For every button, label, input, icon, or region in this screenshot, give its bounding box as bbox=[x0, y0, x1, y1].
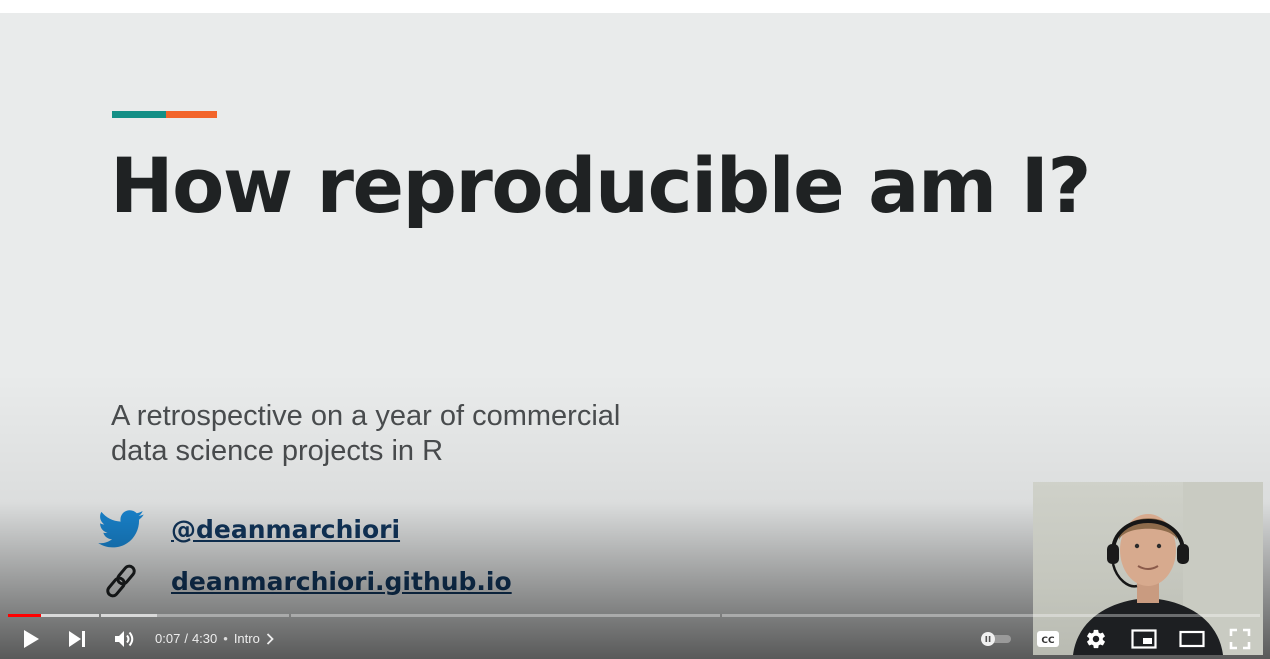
accent-orange bbox=[166, 111, 217, 118]
slide-subtitle: A retrospective on a year of commercial … bbox=[111, 400, 621, 467]
theater-mode-button[interactable] bbox=[1174, 621, 1210, 657]
play-icon bbox=[24, 630, 39, 648]
play-button[interactable] bbox=[13, 621, 49, 657]
chapter-button[interactable]: Intro bbox=[234, 631, 274, 646]
twitter-icon bbox=[96, 507, 146, 551]
current-time: 0:07 bbox=[155, 631, 181, 646]
twitter-link[interactable]: @deanmarchiori bbox=[171, 515, 400, 544]
slide-title: How reproducible am I? bbox=[110, 141, 1091, 230]
video-player[interactable]: How reproducible am I? A retrospective o… bbox=[0, 13, 1270, 659]
gear-icon bbox=[1087, 629, 1105, 649]
website-contact: deanmarchiori.github.io bbox=[96, 559, 512, 603]
time-separator: / bbox=[184, 631, 188, 646]
player-controls: 0:07 / 4:30 • Intro CC bbox=[0, 619, 1270, 659]
next-button[interactable] bbox=[59, 621, 95, 657]
miniplayer-button[interactable] bbox=[1126, 621, 1162, 657]
settings-button[interactable] bbox=[1078, 621, 1114, 657]
link-icon bbox=[96, 559, 146, 603]
autoplay-toggle-icon bbox=[981, 632, 1011, 646]
time-display: 0:07 / 4:30 • Intro bbox=[155, 631, 274, 646]
mute-button[interactable] bbox=[107, 621, 143, 657]
title-accent-bar bbox=[112, 111, 217, 118]
next-icon bbox=[69, 631, 85, 647]
fullscreen-button[interactable] bbox=[1222, 621, 1258, 657]
chapter-segment[interactable] bbox=[101, 614, 289, 617]
website-link[interactable]: deanmarchiori.github.io bbox=[171, 567, 512, 596]
fullscreen-icon bbox=[1229, 628, 1251, 650]
autoplay-toggle[interactable] bbox=[978, 621, 1014, 657]
captions-button[interactable]: CC bbox=[1030, 621, 1066, 657]
played-fill bbox=[8, 614, 41, 617]
chapter-segment[interactable] bbox=[722, 614, 1260, 617]
chapter-segment[interactable] bbox=[8, 614, 99, 617]
chapter-dot: • bbox=[223, 631, 228, 646]
miniplayer-icon bbox=[1131, 629, 1157, 649]
duration: 4:30 bbox=[191, 631, 218, 646]
chevron-right-icon bbox=[266, 632, 274, 645]
chapter-title: Intro bbox=[233, 631, 260, 646]
chapter-segment[interactable] bbox=[291, 614, 720, 617]
theater-mode-icon bbox=[1179, 630, 1205, 648]
volume-icon bbox=[115, 631, 134, 647]
svg-text:CC: CC bbox=[1041, 636, 1055, 646]
captions-icon: CC bbox=[1037, 631, 1059, 647]
progress-bar[interactable] bbox=[8, 614, 1262, 617]
twitter-contact: @deanmarchiori bbox=[96, 507, 400, 551]
accent-teal bbox=[112, 111, 166, 118]
